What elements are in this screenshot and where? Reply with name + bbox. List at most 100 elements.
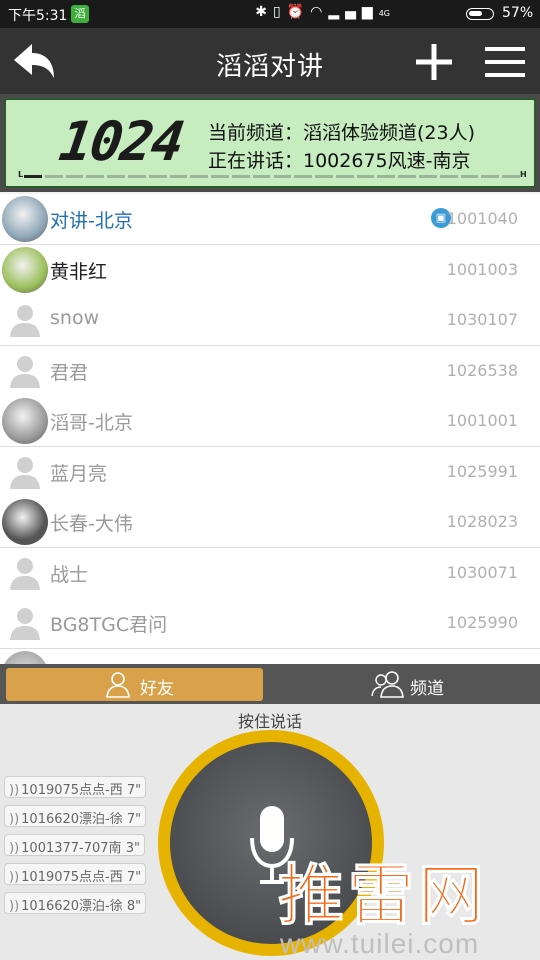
history-item[interactable]: )) 1001377-707南 3" bbox=[4, 834, 145, 856]
avatar bbox=[2, 196, 48, 242]
tab-channels[interactable]: 频道 bbox=[270, 668, 535, 701]
menu-icon[interactable] bbox=[483, 44, 527, 80]
channel-display: 1024 当前频道：滔滔体验频道(23人) 正在讲话：1002675风速-南京 … bbox=[0, 94, 540, 192]
contact-row[interactable]: 对讲-北京 ▣ 1001040 bbox=[0, 194, 540, 245]
default-avatar-icon bbox=[2, 600, 48, 646]
contact-name: 对讲-北京 bbox=[50, 210, 133, 232]
contact-id: 1025990 bbox=[446, 613, 518, 632]
contact-row[interactable]: snow 1030107 bbox=[0, 295, 540, 346]
history-item[interactable]: )) 1019075点点-西 7" bbox=[4, 776, 147, 798]
voice-wave-icon: )) bbox=[9, 841, 20, 856]
contact-id: 1001001 bbox=[446, 411, 518, 430]
alarm-icon: ⏰ bbox=[286, 4, 311, 20]
meter-segment bbox=[190, 175, 209, 178]
contact-row[interactable]: 黄非红 1001003 bbox=[0, 244, 540, 296]
contact-name: 滔哥-北京 bbox=[50, 412, 133, 434]
contact-row[interactable]: 长春-大伟 1028023 bbox=[0, 497, 540, 548]
voice-wave-icon: )) bbox=[9, 783, 20, 798]
contact-row-partial[interactable] bbox=[0, 648, 540, 664]
meter-segment bbox=[481, 175, 500, 178]
person-icon bbox=[106, 672, 130, 698]
contact-name: snow bbox=[50, 307, 100, 329]
default-avatar-icon bbox=[2, 449, 48, 495]
vibrate-icon: ▯ bbox=[273, 4, 287, 20]
default-avatar-icon bbox=[2, 550, 48, 596]
voice-wave-icon: )) bbox=[9, 870, 20, 885]
plus-icon[interactable] bbox=[414, 42, 454, 82]
history-item[interactable]: )) 1016620漂泊-徐 8" bbox=[4, 892, 147, 914]
meter-segment bbox=[315, 175, 333, 178]
contact-name: 战士 bbox=[50, 563, 89, 586]
signal-icon: ▂▄▆ bbox=[328, 4, 379, 20]
contact-id: 1026538 bbox=[446, 360, 518, 380]
meter-segment bbox=[231, 175, 250, 178]
history-item[interactable]: )) 1016620漂泊-徐 7" bbox=[4, 805, 147, 827]
channel-number: 1024 bbox=[55, 110, 187, 173]
tab-bar: 好友 频道 bbox=[0, 664, 540, 704]
history-item[interactable]: )) 1019075点点-西 7" bbox=[4, 863, 147, 885]
battery-percent: 57% bbox=[502, 5, 534, 21]
meter-segment bbox=[44, 175, 63, 178]
default-avatar-icon bbox=[2, 297, 48, 343]
watermark-logo: 推雷网 bbox=[278, 857, 488, 935]
contact-id: 1001003 bbox=[446, 259, 518, 279]
history-text: 1016620漂泊-徐 7" bbox=[21, 812, 142, 827]
history-text: 1016620漂泊-徐 8" bbox=[21, 899, 142, 914]
history-text: 1001377-707南 3" bbox=[21, 841, 140, 856]
contact-name: 黄非红 bbox=[50, 260, 108, 283]
contact-id: 1001040 bbox=[446, 209, 518, 228]
contact-id: 1030107 bbox=[446, 310, 518, 329]
bluetooth-icon: ✱ bbox=[255, 4, 274, 20]
avatar bbox=[2, 398, 48, 444]
meter-segment bbox=[127, 175, 146, 178]
status-icons: ✱▯⏰◠▂▄▆4G bbox=[255, 4, 390, 20]
meter-segment bbox=[439, 175, 458, 178]
meter-segment bbox=[148, 175, 167, 178]
contact-row[interactable]: 蓝月亮 1025991 bbox=[0, 446, 540, 498]
meter-segment bbox=[419, 175, 437, 178]
voice-wave-icon: )) bbox=[9, 812, 20, 827]
contact-row[interactable]: 滔哥-北京 1001001 bbox=[0, 396, 540, 447]
contact-row[interactable]: 君君 1026538 bbox=[0, 345, 540, 397]
watermark-url: www.tuilei.com bbox=[280, 928, 480, 959]
current-channel-text: 当前频道：滔滔体验频道(23人) bbox=[208, 122, 476, 144]
default-avatar-icon bbox=[2, 348, 48, 394]
contact-row[interactable]: BG8TGC君问 1025990 bbox=[0, 598, 540, 649]
speaking-text: 正在讲话：1002675风速-南京 bbox=[208, 150, 471, 172]
contact-name: BG8TGC君问 bbox=[50, 614, 168, 636]
meter-segment bbox=[294, 175, 313, 178]
meter-segment bbox=[107, 175, 125, 178]
avatar bbox=[2, 246, 48, 293]
wifi-icon: ◠ bbox=[310, 4, 329, 20]
meter-segment bbox=[169, 175, 188, 178]
tab-friends[interactable]: 好友 bbox=[6, 668, 263, 701]
contact-name: 长春-大伟 bbox=[50, 513, 133, 535]
meter-segment bbox=[65, 175, 84, 178]
meter-segment bbox=[252, 175, 271, 178]
volume-meter bbox=[16, 174, 528, 180]
voice-wave-icon: )) bbox=[9, 899, 20, 914]
tab-friends-label: 好友 bbox=[140, 679, 174, 699]
tab-channels-label: 频道 bbox=[410, 679, 444, 699]
lcd-panel: 1024 当前频道：滔滔体验频道(23人) 正在讲话：1002675风速-南京 … bbox=[4, 98, 536, 188]
ptt-hint: 按住说话 bbox=[237, 712, 302, 731]
meter-segment bbox=[24, 175, 42, 178]
avatar bbox=[2, 499, 48, 545]
history-text: 1019075点点-西 7" bbox=[21, 870, 142, 885]
meter-segment bbox=[377, 175, 396, 178]
meter-segment bbox=[273, 175, 292, 178]
meter-segment bbox=[398, 175, 417, 178]
contact-id: 1028023 bbox=[446, 512, 518, 531]
avatar bbox=[2, 650, 48, 664]
status-time: 下午5:31 bbox=[8, 8, 68, 24]
meter-segment bbox=[86, 175, 105, 178]
contact-name: 君君 bbox=[50, 361, 89, 384]
meter-segment bbox=[460, 175, 479, 178]
contact-name: 蓝月亮 bbox=[50, 462, 108, 485]
contact-list[interactable]: 对讲-北京 ▣ 1001040 黄非红 1001003 snow 1030107 君君 1026… bbox=[0, 194, 540, 664]
watermark: 推雷网 www.tuilei.com bbox=[274, 842, 540, 960]
app-notification-icon: 滔 bbox=[71, 5, 89, 23]
contact-id: 1025991 bbox=[446, 461, 518, 481]
contact-row[interactable]: 战士 1030071 bbox=[0, 547, 540, 599]
contact-id: 1030071 bbox=[446, 562, 518, 582]
